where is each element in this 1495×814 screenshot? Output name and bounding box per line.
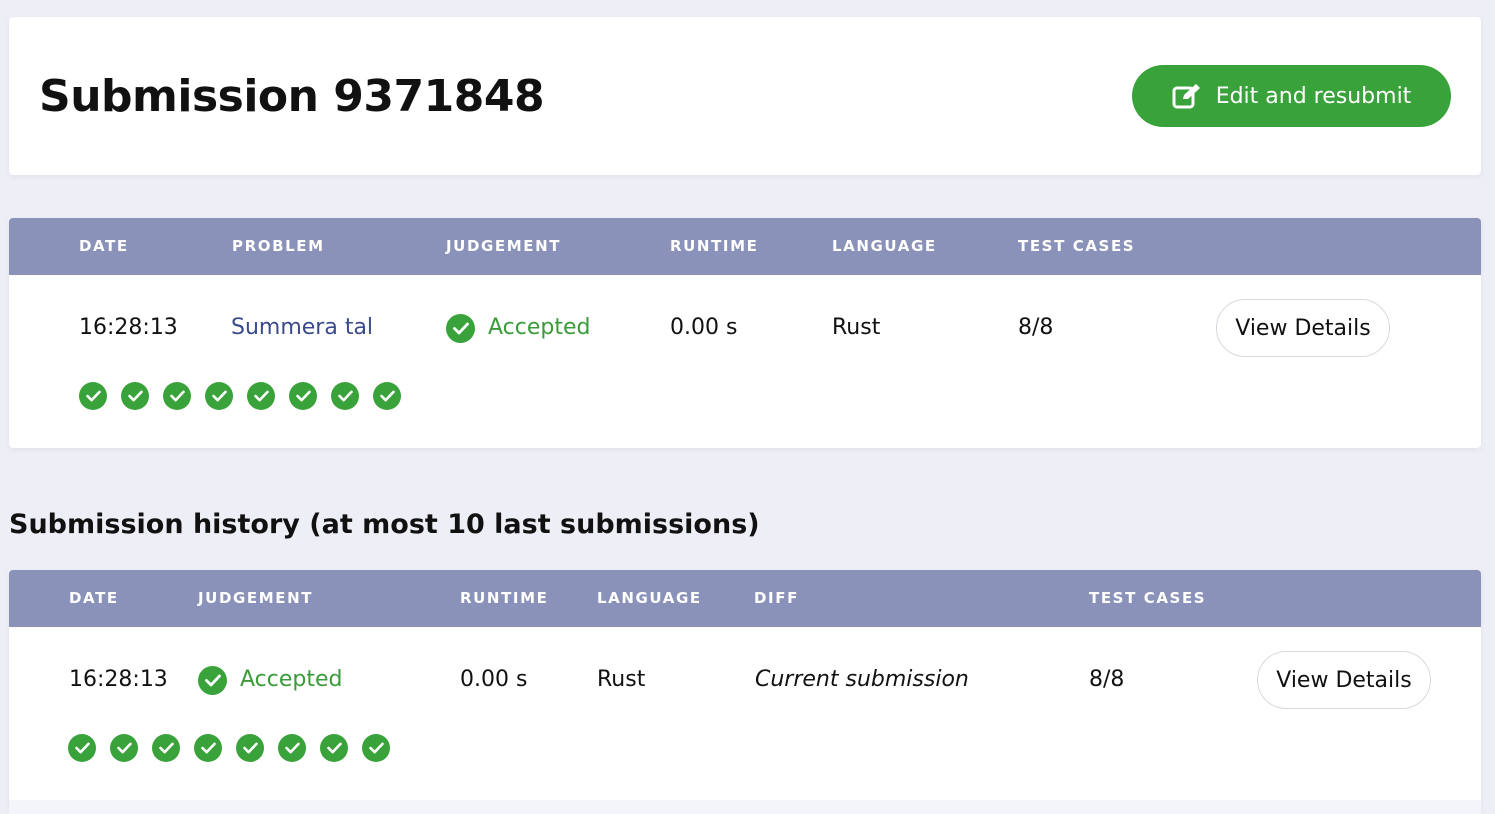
- column-header-runtime: RUNTIME: [460, 589, 549, 607]
- check-circle-icon[interactable]: [121, 382, 149, 410]
- judgement-status: Accepted: [446, 308, 590, 348]
- history-judgement-status: Accepted: [198, 660, 342, 700]
- check-circle-icon[interactable]: [194, 734, 222, 762]
- check-circle-icon[interactable]: [205, 382, 233, 410]
- submission-table-header: DATE PROBLEM JUDGEMENT RUNTIME LANGUAGE …: [9, 218, 1481, 275]
- test-cases-value: 8/8: [1018, 315, 1054, 340]
- history-table-footer: [9, 800, 1481, 814]
- column-header-runtime: RUNTIME: [670, 237, 759, 255]
- column-header-date: DATE: [69, 589, 119, 607]
- language-value: Rust: [832, 315, 881, 340]
- edit-icon: [1172, 83, 1202, 109]
- view-details-button[interactable]: View Details: [1216, 299, 1390, 357]
- column-header-language: LANGUAGE: [597, 589, 702, 607]
- judgement-label: Accepted: [488, 315, 591, 340]
- column-header-language: LANGUAGE: [832, 237, 937, 255]
- history-test-cases: 8/8: [1089, 667, 1125, 692]
- history-diff: Current submission: [755, 667, 969, 692]
- column-header-date: DATE: [79, 237, 129, 255]
- problem-link[interactable]: Summera tal: [231, 315, 373, 340]
- check-circle-icon[interactable]: [68, 734, 96, 762]
- column-header-diff: DIFF: [754, 589, 799, 607]
- check-circle-icon: [446, 313, 475, 343]
- edit-and-resubmit-label: Edit and resubmit: [1215, 83, 1412, 109]
- history-judgement-label: Accepted: [240, 667, 343, 692]
- submission-date: 16:28:13: [79, 315, 178, 340]
- history-date: 16:28:13: [69, 667, 168, 692]
- history-view-details-button[interactable]: View Details: [1257, 651, 1431, 709]
- check-circle-icon[interactable]: [236, 734, 264, 762]
- column-header-test-cases: TEST CASES: [1018, 237, 1136, 255]
- history-runtime: 0.00 s: [460, 667, 528, 692]
- column-header-judgement: JUDGEMENT: [446, 237, 562, 255]
- history-table-header: DATE JUDGEMENT RUNTIME LANGUAGE DIFF TES…: [9, 570, 1481, 627]
- check-circle-icon[interactable]: [320, 734, 348, 762]
- check-circle-icon[interactable]: [362, 734, 390, 762]
- column-header-judgement: JUDGEMENT: [198, 589, 314, 607]
- submission-history-heading: Submission history (at most 10 last subm…: [9, 509, 760, 540]
- check-circle-icon[interactable]: [152, 734, 180, 762]
- edit-and-resubmit-button[interactable]: Edit and resubmit: [1132, 65, 1451, 127]
- submission-header-card: Submission 9371848 Edit and resubmit: [9, 17, 1481, 175]
- test-case-results: [79, 382, 401, 410]
- check-circle-icon[interactable]: [331, 382, 359, 410]
- check-circle-icon[interactable]: [289, 382, 317, 410]
- column-header-test-cases: TEST CASES: [1089, 589, 1207, 607]
- check-circle-icon[interactable]: [163, 382, 191, 410]
- check-circle-icon[interactable]: [79, 382, 107, 410]
- check-circle-icon[interactable]: [278, 734, 306, 762]
- check-circle-icon[interactable]: [110, 734, 138, 762]
- check-circle-icon[interactable]: [373, 382, 401, 410]
- submission-table: DATE PROBLEM JUDGEMENT RUNTIME LANGUAGE …: [9, 218, 1481, 448]
- history-language: Rust: [597, 667, 646, 692]
- submission-history-table: DATE JUDGEMENT RUNTIME LANGUAGE DIFF TES…: [9, 570, 1481, 814]
- column-header-problem: PROBLEM: [232, 237, 325, 255]
- check-circle-icon: [198, 665, 227, 695]
- runtime-value: 0.00 s: [670, 315, 738, 340]
- page-title: Submission 9371848: [39, 71, 545, 122]
- check-circle-icon[interactable]: [247, 382, 275, 410]
- history-test-case-results: [68, 734, 390, 762]
